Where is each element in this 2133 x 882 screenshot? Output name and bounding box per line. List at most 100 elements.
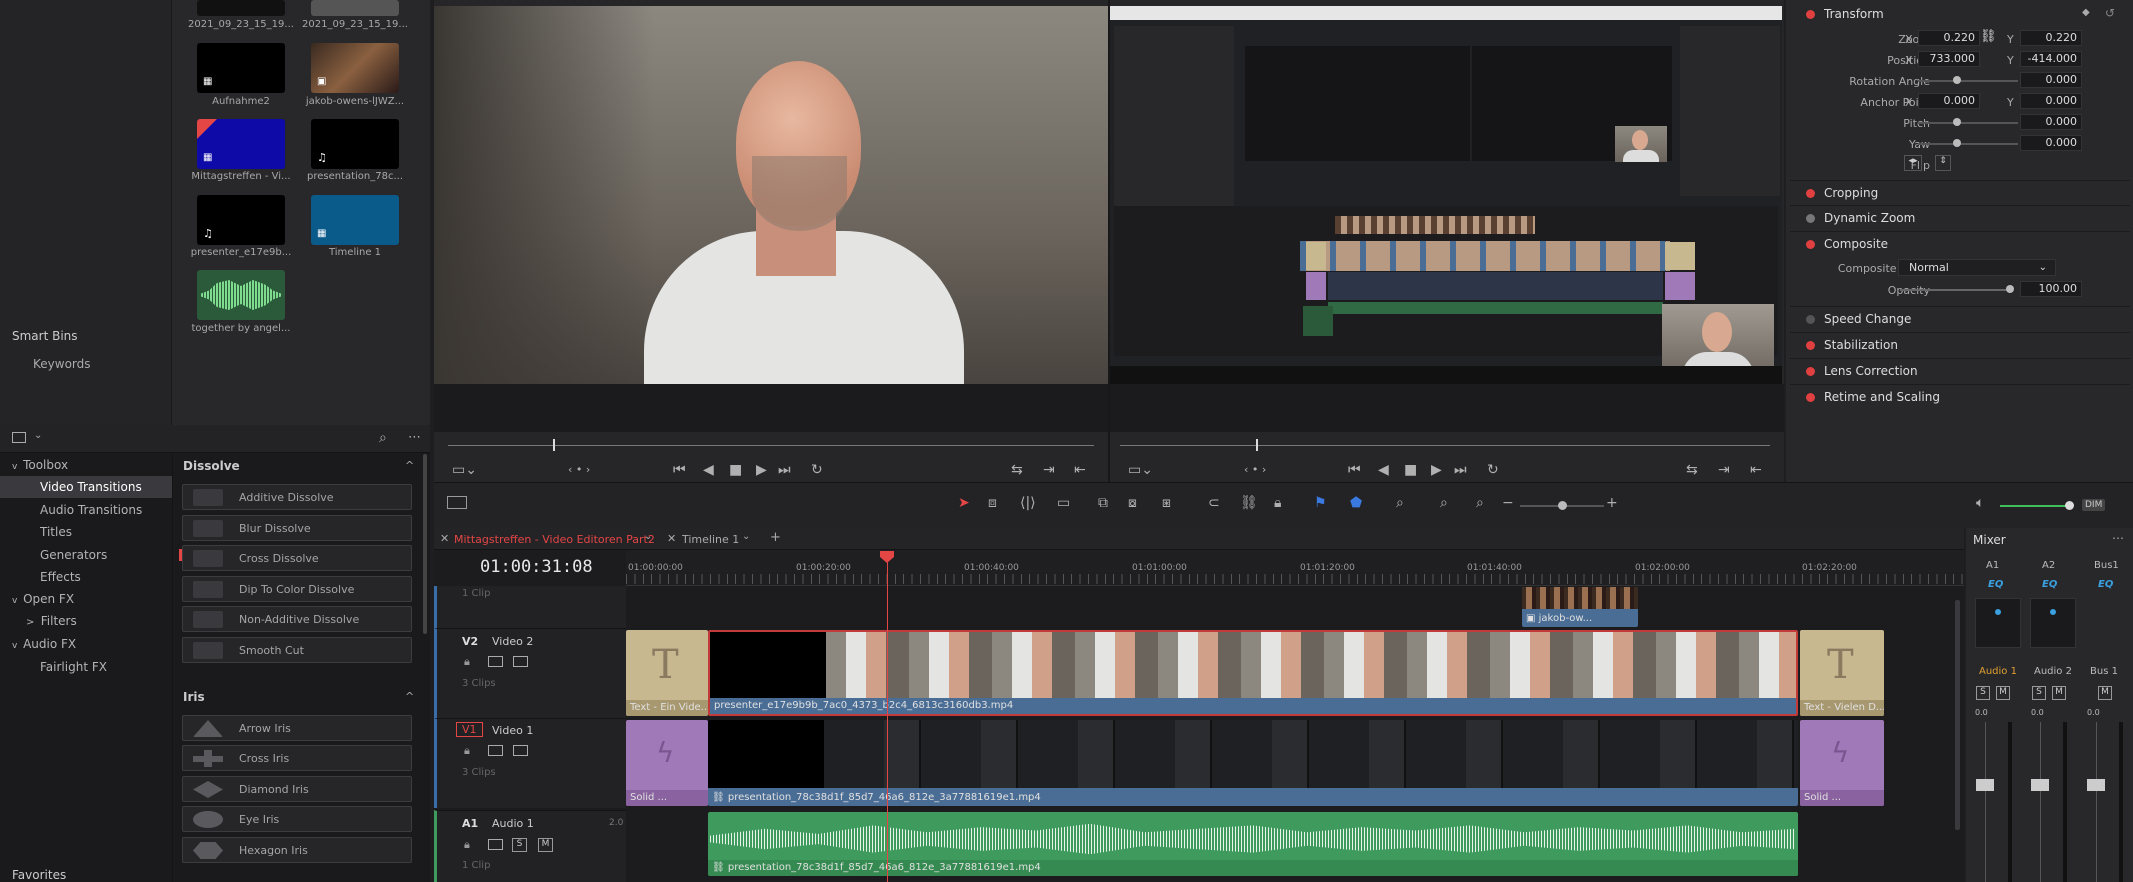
- tab-timeline-1[interactable]: Timeline 1: [682, 533, 739, 546]
- clip-solid-left[interactable]: ϟ Solid ...: [626, 720, 708, 806]
- section-transform[interactable]: Transform: [1790, 2, 2130, 26]
- section-cropping[interactable]: Cropping: [1790, 180, 2130, 204]
- section-dynamic-zoom[interactable]: Dynamic Zoom: [1790, 205, 2130, 229]
- volume-icon[interactable]: 🔈︎: [1976, 496, 1984, 510]
- zoom-in-icon[interactable]: +: [1606, 496, 1618, 510]
- panel-layout-icon[interactable]: [12, 432, 26, 443]
- overwrite-clip-icon[interactable]: ⧇: [1128, 496, 1137, 510]
- zoom-detail-icon[interactable]: ⌕: [1440, 496, 1448, 510]
- fader-knob[interactable]: [2031, 779, 2049, 791]
- stop-icon[interactable]: ■: [1404, 463, 1417, 477]
- opacity-slider[interactable]: [1900, 289, 2010, 291]
- tree-filters[interactable]: > Filters: [26, 610, 77, 632]
- mark-in-icon[interactable]: ⇥: [1043, 463, 1055, 477]
- enable-dot[interactable]: [1806, 189, 1815, 198]
- section-speed-change[interactable]: Speed Change: [1790, 306, 2130, 330]
- eq-button[interactable]: EQ: [1988, 579, 2003, 590]
- enable-dot[interactable]: [1806, 393, 1815, 402]
- snapping-icon[interactable]: ⊂: [1208, 496, 1220, 510]
- loop-icon[interactable]: ↻: [1487, 463, 1499, 477]
- close-icon[interactable]: ✕: [667, 532, 676, 545]
- zoom-x-input[interactable]: 0.220: [1918, 30, 1980, 46]
- fx-cross-iris[interactable]: Cross Iris: [182, 745, 412, 771]
- solo-button[interactable]: S: [512, 838, 527, 852]
- media-thumb[interactable]: ▦: [311, 195, 399, 245]
- fx-eye-iris[interactable]: Eye Iris: [182, 806, 412, 832]
- fx-dip-to-color[interactable]: Dip To Color Dissolve: [182, 576, 412, 602]
- media-thumb[interactable]: [197, 0, 285, 16]
- trim-tool-icon[interactable]: ⧈: [988, 496, 997, 510]
- fx-non-additive-dissolve[interactable]: Non-Additive Dissolve: [182, 606, 412, 632]
- enable-dot[interactable]: [1806, 214, 1815, 223]
- smart-bin-keywords[interactable]: Keywords: [33, 357, 91, 371]
- timeline-frame[interactable]: [1110, 6, 1782, 384]
- search-icon[interactable]: ⌕: [379, 430, 387, 446]
- master-volume-slider[interactable]: [2000, 505, 2070, 507]
- zoom-y-input[interactable]: 0.220: [2020, 30, 2082, 46]
- position-lock-icon[interactable]: 🔒︎: [1274, 496, 1281, 510]
- slider-knob[interactable]: [1558, 501, 1567, 510]
- step-back-icon[interactable]: ◀: [1378, 463, 1389, 477]
- clip-solid-right[interactable]: ϟ Solid ...: [1800, 720, 1884, 806]
- timeline-viewer-playhead[interactable]: [1256, 439, 1258, 451]
- solo-button[interactable]: S: [2032, 686, 2046, 700]
- eq-button[interactable]: EQ: [2098, 579, 2113, 590]
- chevron-down-icon[interactable]: ⌄: [644, 531, 652, 542]
- mute-button[interactable]: M: [2098, 686, 2112, 700]
- close-icon[interactable]: ✕: [440, 532, 449, 545]
- auto-select-icon[interactable]: [488, 656, 503, 667]
- keyframe-icon[interactable]: ◆: [2082, 7, 2090, 18]
- marker-icon[interactable]: ⬟: [1350, 496, 1362, 510]
- section-stabilization[interactable]: Stabilization: [1790, 332, 2130, 356]
- mute-button[interactable]: M: [538, 838, 553, 852]
- dim-button[interactable]: DIM: [2082, 499, 2106, 511]
- timeline-vscroll[interactable]: [1955, 600, 1960, 830]
- zoom-custom-icon[interactable]: ⌕: [1476, 496, 1484, 510]
- jog-icon[interactable]: ‹ • ›: [1244, 463, 1266, 477]
- go-to-end-icon[interactable]: ⏭: [778, 463, 791, 477]
- fader-knob[interactable]: [2087, 779, 2105, 791]
- enable-dot[interactable]: [1806, 10, 1815, 19]
- go-to-start-icon[interactable]: ⏮: [673, 463, 686, 477]
- insert-clip-icon[interactable]: ⧉: [1098, 496, 1108, 510]
- chevron-down-icon[interactable]: ⌄: [34, 430, 42, 441]
- mark-out-icon[interactable]: ⇤: [1074, 463, 1086, 477]
- tree-audio-transitions[interactable]: Audio Transitions: [40, 499, 142, 521]
- fx-diamond-iris[interactable]: Diamond Iris: [182, 776, 412, 802]
- rotation-slider[interactable]: [1918, 80, 2018, 82]
- collapse-icon[interactable]: ^: [405, 459, 414, 472]
- fx-smooth-cut[interactable]: Smooth Cut: [182, 637, 412, 663]
- jog-icon[interactable]: ‹ • ›: [568, 463, 590, 477]
- pitch-input[interactable]: 0.000: [2020, 114, 2082, 130]
- source-frame[interactable]: [434, 6, 1108, 384]
- track-name-v2[interactable]: Video 2: [492, 635, 533, 648]
- flip-vertical-icon[interactable]: ⇕: [1935, 155, 1951, 171]
- media-thumb[interactable]: ▦: [197, 119, 285, 169]
- enable-track-icon[interactable]: [513, 656, 528, 667]
- pitch-slider[interactable]: [1918, 122, 2018, 124]
- stop-icon[interactable]: ■: [729, 463, 742, 477]
- playhead-line[interactable]: [887, 556, 888, 882]
- lock-icon[interactable]: 🔒︎: [464, 838, 470, 852]
- tree-audio-fx[interactable]: v Audio FX: [12, 633, 76, 655]
- media-thumb[interactable]: [197, 270, 285, 320]
- timeline-scrubber[interactable]: [1120, 445, 1770, 446]
- slider-knob[interactable]: [1953, 139, 1961, 147]
- zoom-full-icon[interactable]: ⌕: [1396, 496, 1404, 510]
- linked-selection-icon[interactable]: ⛓: [1240, 496, 1258, 510]
- tab-active-timeline[interactable]: Mittagstreffen - Video Editoren Part2: [454, 533, 655, 546]
- play-icon[interactable]: ▶: [756, 463, 767, 477]
- loop-icon[interactable]: ↻: [811, 463, 823, 477]
- pan-control[interactable]: [2030, 598, 2076, 648]
- slider-knob[interactable]: [2065, 501, 2074, 510]
- pos-y-input[interactable]: -414.000: [2020, 51, 2082, 67]
- tree-open-fx[interactable]: v Open FX: [12, 588, 74, 610]
- go-to-start-icon[interactable]: ⏮: [1348, 463, 1361, 477]
- fx-arrow-iris[interactable]: Arrow Iris: [182, 715, 412, 741]
- media-thumb[interactable]: [311, 0, 399, 16]
- slider-knob[interactable]: [1953, 118, 1961, 126]
- enable-dot[interactable]: [1806, 315, 1815, 324]
- source-playhead[interactable]: [553, 439, 555, 451]
- viewer-options-icon[interactable]: ▭⌄: [452, 463, 477, 477]
- lock-icon[interactable]: 🔒︎: [464, 744, 470, 758]
